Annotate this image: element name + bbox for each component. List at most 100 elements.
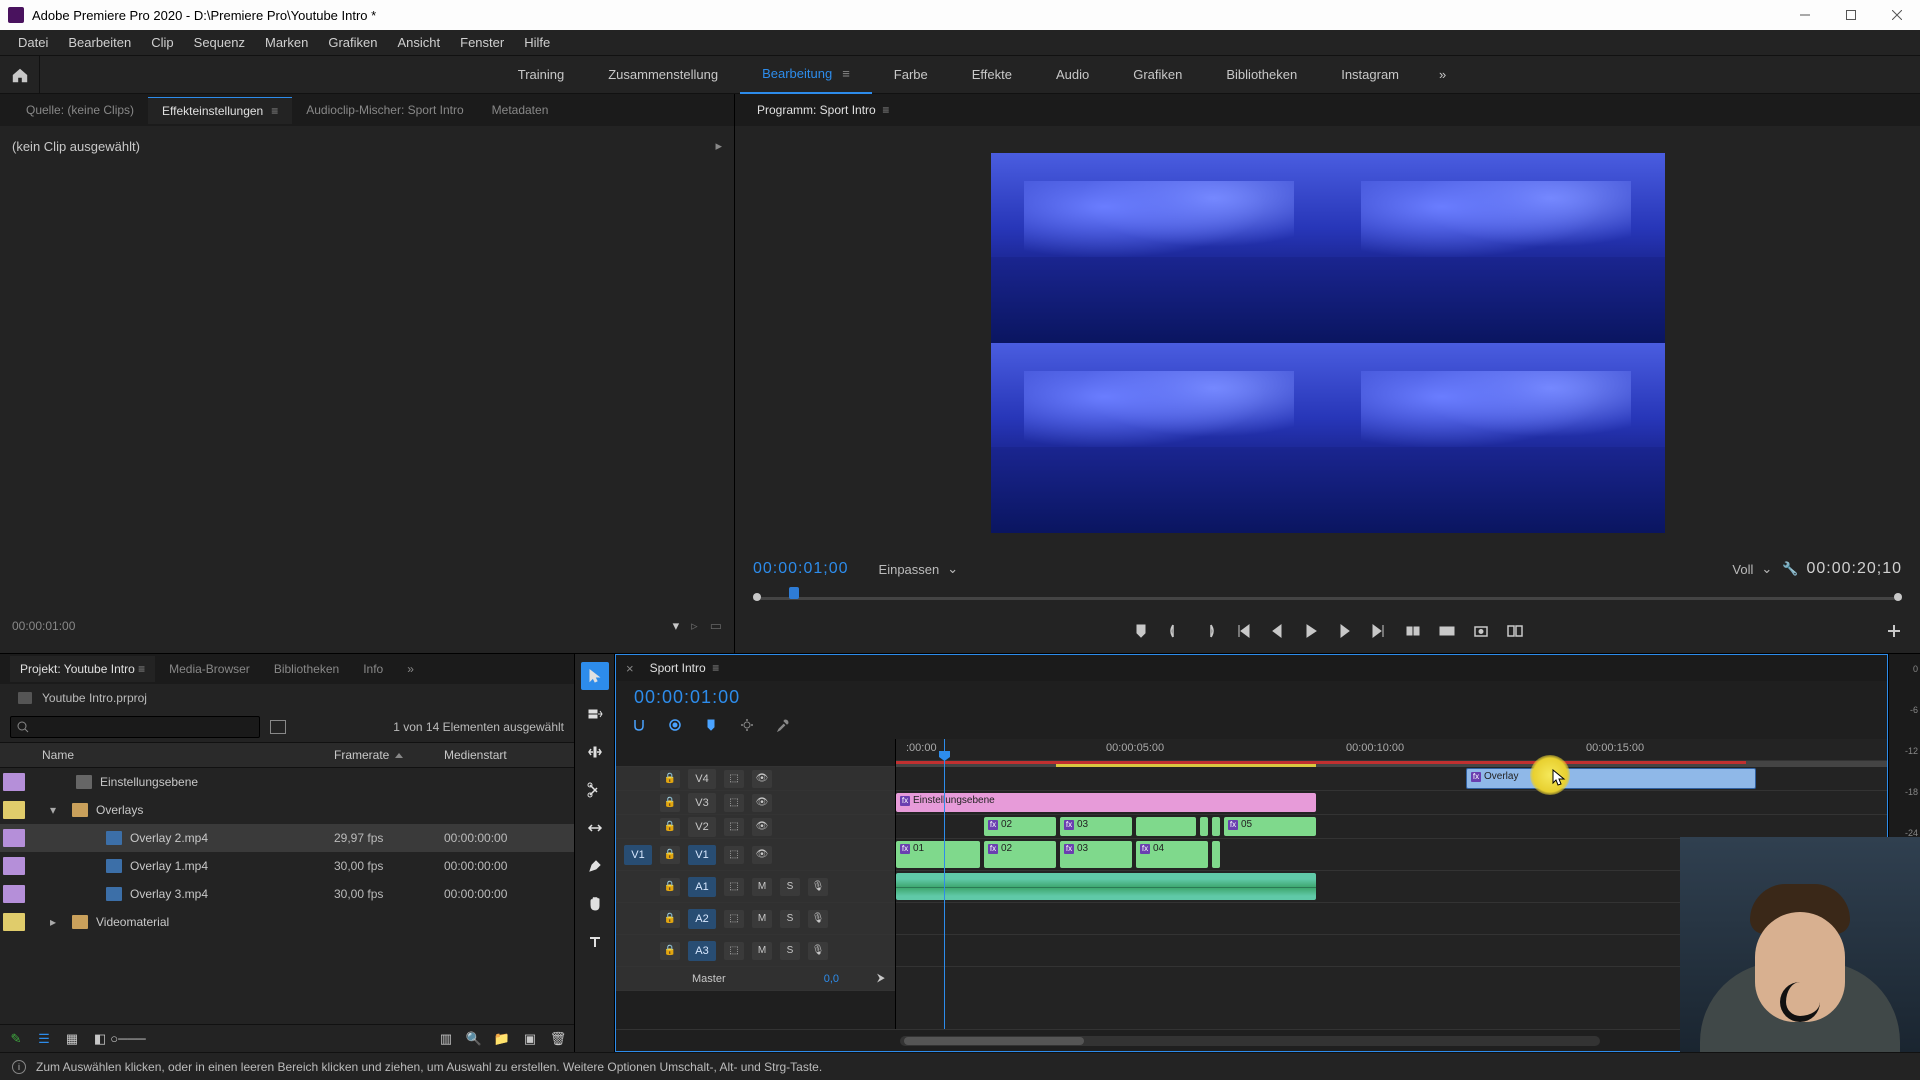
timeline-clip[interactable] [1136, 817, 1196, 836]
track-header-a1[interactable]: 🔒 A1 ⬚ M S 🎙 [616, 871, 895, 903]
workspace-audio[interactable]: Audio [1034, 56, 1111, 94]
twirl-right-icon[interactable]: ▸ [46, 915, 60, 929]
button-editor-icon[interactable] [1886, 623, 1902, 642]
step-back-button[interactable] [1269, 623, 1285, 642]
linked-selection-icon[interactable] [668, 718, 682, 735]
label-color[interactable] [3, 885, 25, 903]
timeline-clip[interactable]: fx01 [896, 841, 980, 868]
eye-icon[interactable]: 👁 [752, 846, 772, 864]
type-tool[interactable] [581, 928, 609, 956]
time-ruler[interactable]: :00:00 00:00:05:00 00:00:10:00 00:00:15:… [896, 739, 1887, 761]
menu-ansicht[interactable]: Ansicht [387, 31, 450, 54]
timeline-zoom-scrollbar[interactable] [900, 1036, 1600, 1046]
sync-lock-icon[interactable]: ⬚ [724, 770, 744, 788]
record-icon[interactable]: 🎙 [808, 878, 828, 896]
col-name[interactable]: Name [28, 748, 334, 762]
tab-quelle[interactable]: Quelle: (keine Clips) [12, 97, 148, 123]
mark-in-button[interactable] [1167, 623, 1183, 642]
step-forward-button[interactable] [1337, 623, 1353, 642]
mute-button[interactable]: M [752, 910, 772, 928]
edit-icon[interactable]: ✎ [8, 1032, 24, 1046]
list-item[interactable]: Overlay 2.mp4 29,97 fps 00:00:00:00 [0, 824, 574, 852]
workspace-bibliotheken[interactable]: Bibliotheken [1204, 56, 1319, 94]
tab-audioclip-mischer[interactable]: Audioclip-Mischer: Sport Intro [292, 97, 477, 123]
playhead[interactable] [944, 739, 945, 1029]
lock-icon[interactable]: 🔒 [660, 910, 680, 928]
timeline-clip[interactable]: fx03 [1060, 841, 1132, 868]
program-timecode[interactable]: 00:00:01;00 [753, 560, 849, 578]
lock-icon[interactable]: 🔒 [660, 846, 680, 864]
home-button[interactable] [0, 56, 40, 94]
col-medienstart[interactable]: Medienstart [444, 748, 574, 762]
filter-icon[interactable]: ▾ [673, 618, 680, 634]
menu-hilfe[interactable]: Hilfe [514, 31, 560, 54]
menu-bearbeiten[interactable]: Bearbeiten [58, 31, 141, 54]
lift-button[interactable] [1405, 623, 1421, 642]
solo-button[interactable]: S [780, 942, 800, 960]
icon-view-icon[interactable]: ▦ [64, 1032, 80, 1046]
record-icon[interactable]: 🎙 [808, 942, 828, 960]
timeline-audio-clip[interactable] [896, 873, 1316, 900]
go-to-out-button[interactable] [1371, 623, 1387, 642]
project-search-input[interactable] [10, 716, 260, 738]
timeline-clip[interactable] [1200, 817, 1208, 836]
record-icon[interactable]: 🎙 [808, 910, 828, 928]
slip-tool[interactable] [581, 814, 609, 842]
zoom-slider[interactable]: ○─── [120, 1032, 136, 1046]
sync-lock-icon[interactable]: ⬚ [724, 942, 744, 960]
sequence-tab[interactable]: Sport Intro ≡ [642, 657, 728, 679]
twirl-down-icon[interactable]: ▾ [46, 803, 60, 817]
track-header-v2[interactable]: 🔒 V2 ⬚ 👁 [616, 815, 895, 839]
ripple-edit-tool[interactable] [581, 738, 609, 766]
sync-lock-icon[interactable]: ⬚ [724, 818, 744, 836]
timeline-clip-overlay[interactable]: fxOverlay [1466, 768, 1756, 789]
extract-button[interactable] [1439, 623, 1455, 642]
solo-button[interactable]: S [780, 910, 800, 928]
fit-dropdown[interactable]: Einpassen⌄ [879, 561, 959, 577]
menu-clip[interactable]: Clip [141, 31, 183, 54]
mute-button[interactable]: M [752, 942, 772, 960]
track-header-master[interactable]: Master 0,0 ⮞ [616, 967, 895, 991]
razor-tool[interactable] [581, 776, 609, 804]
label-color[interactable] [3, 913, 25, 931]
project-list[interactable]: Einstellungsebene ▾ Overlays Overlay 2.m… [0, 768, 574, 1024]
lock-icon[interactable]: 🔒 [660, 878, 680, 896]
workspace-zusammenstellung[interactable]: Zusammenstellung [586, 56, 740, 94]
menu-fenster[interactable]: Fenster [450, 31, 514, 54]
add-marker-icon[interactable] [704, 718, 718, 735]
new-item-icon[interactable]: ▣ [522, 1032, 538, 1046]
program-scrubber[interactable] [735, 585, 1920, 611]
find-icon[interactable]: 🔍 [466, 1032, 482, 1046]
program-monitor-video[interactable] [991, 153, 1665, 533]
list-item[interactable]: Overlay 3.mp4 30,00 fps 00:00:00:00 [0, 880, 574, 908]
tab-metadaten[interactable]: Metadaten [478, 97, 563, 123]
insert-icon[interactable]: ▹ [691, 618, 698, 634]
tab-media-browser[interactable]: Media-Browser [159, 656, 260, 682]
comparison-button[interactable] [1507, 623, 1523, 642]
expand-icon[interactable]: ⮞ [877, 972, 885, 985]
pen-tool[interactable] [581, 852, 609, 880]
maximize-button[interactable] [1828, 0, 1874, 30]
minimize-button[interactable] [1782, 0, 1828, 30]
eye-icon[interactable]: 👁 [752, 818, 772, 836]
col-framerate[interactable]: Framerate [334, 748, 444, 762]
hand-tool[interactable] [581, 890, 609, 918]
mute-button[interactable]: M [752, 878, 772, 896]
sync-lock-icon[interactable]: ⬚ [724, 910, 744, 928]
tab-projekt[interactable]: Projekt: Youtube Intro ≡ [10, 656, 155, 682]
menu-marken[interactable]: Marken [255, 31, 318, 54]
timeline-clip[interactable] [1212, 841, 1220, 868]
tab-bibliotheken[interactable]: Bibliotheken [264, 656, 349, 682]
workspace-training[interactable]: Training [496, 56, 586, 94]
settings-wrench-icon[interactable]: 🔧 [1782, 561, 1798, 577]
workspace-farbe[interactable]: Farbe [872, 56, 950, 94]
track-header-a2[interactable]: 🔒 A2 ⬚ M S 🎙 [616, 903, 895, 935]
close-sequence-icon[interactable]: × [626, 661, 634, 676]
tab-info[interactable]: Info [353, 656, 393, 682]
selection-tool[interactable] [581, 662, 609, 690]
list-item[interactable]: ▸ Videomaterial [0, 908, 574, 936]
list-item[interactable]: Einstellungsebene [0, 768, 574, 796]
export-frame-button[interactable] [1473, 623, 1489, 642]
list-item[interactable]: Overlay 1.mp4 30,00 fps 00:00:00:00 [0, 852, 574, 880]
workspace-grafiken[interactable]: Grafiken [1111, 56, 1204, 94]
